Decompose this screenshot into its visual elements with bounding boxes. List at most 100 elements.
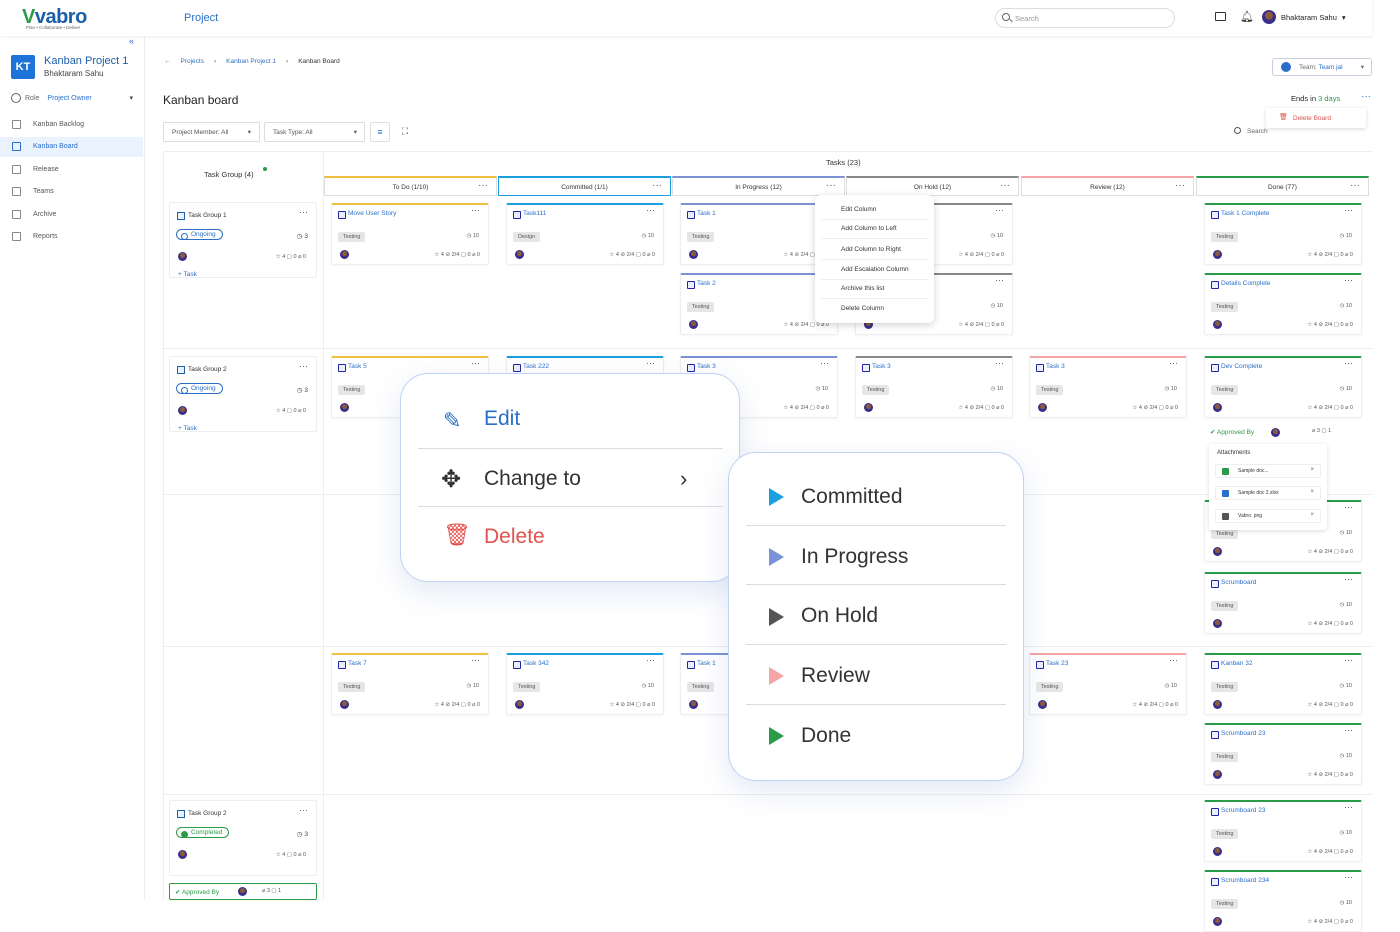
more-options-icon[interactable]: ··· <box>652 180 662 191</box>
task-title[interactable]: Scrumboard 23 <box>1210 807 1265 816</box>
task-card[interactable]: Task 342 ··· Testing ◷ 10 ☆ 4 ⊘ 2/4 ▢ 0 ⌀ 0 <box>506 653 664 715</box>
task-card[interactable]: Task 1 Complete ··· Testing ◷ 10 ☆ 4 ⊘ 2/4 ▢… <box>1204 203 1362 265</box>
section-title[interactable]: Project <box>184 12 218 24</box>
task-title[interactable]: Task 2 <box>687 280 716 289</box>
task-title[interactable]: Move User Story <box>337 210 396 219</box>
change-to-review[interactable]: Review <box>801 664 870 688</box>
change-to-in-progress[interactable]: In Progress <box>801 545 908 569</box>
task-group-card[interactable]: Task Group 1 ··· Ongoing ◷ 3 ☆ 4 ▢ 0 ⌀ 0 +… <box>169 202 317 278</box>
more-options-icon[interactable]: ··· <box>995 358 1004 368</box>
task-card[interactable]: Task 3 ··· Testing ◷ 10 ☆ 4 ⊘ 2/4 ▢ 0 ⌀ 0 <box>855 356 1013 418</box>
task-card[interactable]: Kanban 32 ··· Testing ◷ 10 ☆ 4 ⊘ 2/4 ▢ 0 ⌀ 0 <box>1204 653 1362 715</box>
more-options-icon[interactable]: ··· <box>1344 802 1353 812</box>
attachment-item[interactable]: Sample doc 2.xlsx × <box>1215 486 1321 500</box>
change-to-on-hold[interactable]: On Hold <box>801 604 878 628</box>
fullscreen-icon[interactable]: ⛶ <box>395 122 415 142</box>
task-title[interactable]: Task111 <box>512 210 546 219</box>
more-options-icon[interactable]: ··· <box>1361 91 1371 102</box>
breadcrumb-projects[interactable]: Projects <box>181 58 204 65</box>
add-task-button[interactable]: + Task <box>178 425 197 432</box>
more-options-icon[interactable]: ··· <box>1344 205 1353 215</box>
sidebar-item-archive[interactable]: Archive <box>0 205 143 225</box>
task-title[interactable]: Task 7 <box>338 660 367 669</box>
more-options-icon[interactable]: ··· <box>1344 574 1353 584</box>
settings-sliders-icon[interactable]: ≡ <box>370 122 390 142</box>
task-card[interactable]: Scrumboard 23 ··· Testing ◷ 10 ☆ 4 ⊘ 2/4 ▢ 0… <box>1204 723 1362 785</box>
menu-item-edit-column[interactable]: Edit Column <box>841 206 876 213</box>
more-options-icon[interactable]: ··· <box>471 358 480 368</box>
edit-menu-item[interactable]: Edit <box>484 407 520 431</box>
more-options-icon[interactable]: ··· <box>1344 655 1353 665</box>
menu-item-add-escalation[interactable]: Add Escalation Column <box>841 266 909 273</box>
more-options-icon[interactable]: ··· <box>1169 655 1178 665</box>
project-name[interactable]: Kanban Project 1 <box>44 55 128 67</box>
task-card[interactable]: Move User Story ··· Testing ◷ 10 ☆ 4 ⊘ 2/4 ▢… <box>331 203 489 265</box>
task-card[interactable]: Task 23 ··· Testing ◷ 10 ☆ 4 ⊘ 2/4 ▢ 0 ⌀ 0 <box>1029 653 1187 715</box>
task-title[interactable]: Dev Complete <box>1210 363 1262 372</box>
close-icon[interactable]: × <box>1310 512 1314 518</box>
more-options-icon[interactable]: ··· <box>995 205 1004 215</box>
task-title[interactable]: Task 23 <box>1035 660 1068 669</box>
more-options-icon[interactable]: ··· <box>299 361 308 371</box>
change-to-committed[interactable]: Committed <box>801 485 903 509</box>
task-title[interactable]: Task 222 <box>512 363 549 372</box>
task-title[interactable]: Kanban 32 <box>1210 660 1252 669</box>
task-title[interactable]: Task 1 <box>687 210 716 219</box>
task-title[interactable]: Scrumboard 234 <box>1210 877 1269 886</box>
task-title[interactable]: Task 1 <box>687 660 716 669</box>
more-options-icon[interactable]: ··· <box>646 205 655 215</box>
column-header[interactable]: To Do (1/10) ··· <box>324 176 497 196</box>
task-title[interactable]: Task 3 <box>1036 363 1065 372</box>
task-card[interactable]: Task 7 ··· Testing ◷ 10 ☆ 4 ⊘ 2/4 ▢ 0 ⌀ 0 <box>331 653 489 715</box>
group-title[interactable]: Task Group 2 <box>177 810 227 818</box>
task-title[interactable]: Task 1 Complete <box>1210 210 1269 219</box>
more-options-icon[interactable]: ··· <box>1169 358 1178 368</box>
task-title[interactable]: Task 3 <box>687 363 716 372</box>
back-arrow-icon[interactable]: ← <box>164 58 171 65</box>
more-options-icon[interactable]: ··· <box>1344 502 1353 512</box>
column-header[interactable]: Done (77) ··· <box>1196 176 1369 196</box>
team-selector[interactable]: Team: Team jal ▾ <box>1272 58 1372 76</box>
role-selector[interactable]: Role Project Owner ▾ <box>11 93 133 103</box>
more-options-icon[interactable]: ··· <box>1344 358 1353 368</box>
menu-item-delete-column[interactable]: Delete Column <box>841 305 884 312</box>
more-options-icon[interactable]: ··· <box>1000 180 1010 191</box>
task-card[interactable]: Scrumboard 234 ··· Testing ◷ 10 ☆ 4 ⊘ 2/4 ▢ … <box>1204 870 1362 932</box>
vabro-logo[interactable]: Vvabro Plan • Collaborate • Deliver <box>22 6 87 30</box>
task-title[interactable]: Scrumboard 23 <box>1210 730 1265 739</box>
task-card[interactable]: Dev Complete ··· Testing ◷ 10 ☆ 4 ⊘ 2/4 ▢ 0 … <box>1204 356 1362 418</box>
board-search-input[interactable]: Search <box>1232 126 1372 140</box>
bell-icon[interactable]: 🔔︎ <box>1240 10 1254 23</box>
task-type-filter[interactable]: Task Type: All ▾ <box>264 122 365 142</box>
more-options-icon[interactable]: ··· <box>299 207 308 217</box>
delete-board-button[interactable]: 🗑︎ Delete Board <box>1266 108 1366 128</box>
more-options-icon[interactable]: ··· <box>826 180 836 191</box>
member-filter[interactable]: Project Member: All ▾ <box>163 122 260 142</box>
add-task-button[interactable]: + Task <box>178 271 197 278</box>
attachment-item[interactable]: Vabro. png × <box>1215 509 1321 523</box>
task-title[interactable]: Scrumboard <box>1210 579 1256 588</box>
column-header[interactable]: Committed (1/1) ··· <box>498 176 671 196</box>
task-card[interactable]: Scrumboard 23 ··· Testing ◷ 10 ☆ 4 ⊘ 2/4 ▢ 0… <box>1204 800 1362 862</box>
menu-item-add-left[interactable]: Add Column to Left <box>841 225 897 232</box>
attachment-item[interactable]: Sample doc... × <box>1215 464 1321 478</box>
more-options-icon[interactable]: ··· <box>478 180 488 191</box>
close-icon[interactable]: × <box>1310 467 1314 473</box>
more-options-icon[interactable]: ··· <box>1344 275 1353 285</box>
more-options-icon[interactable]: ··· <box>1175 180 1185 191</box>
more-options-icon[interactable]: ··· <box>1344 725 1353 735</box>
more-options-icon[interactable]: ··· <box>995 275 1004 285</box>
task-group-card[interactable]: Task Group 2 ··· Completed ◷ 3 ☆ 4 ▢ 0 ⌀ 0 <box>169 800 317 876</box>
more-options-icon[interactable]: ··· <box>299 805 308 815</box>
change-to-done[interactable]: Done <box>801 724 851 748</box>
task-group-card[interactable]: Task Group 2 ··· Ongoing ◷ 3 ☆ 4 ▢ 0 ⌀ 0 +… <box>169 356 317 432</box>
task-title[interactable]: Details Complete <box>1211 280 1271 289</box>
more-options-icon[interactable]: ··· <box>646 358 655 368</box>
sidebar-item-kanban-board[interactable]: Kanban Board <box>0 137 143 157</box>
menu-item-add-right[interactable]: Add Column to Right <box>841 246 901 253</box>
group-title[interactable]: Task Group 1 <box>177 212 227 220</box>
inbox-icon[interactable] <box>1215 12 1226 21</box>
column-header[interactable]: In Progress (12) ··· <box>672 176 845 196</box>
more-options-icon[interactable]: ··· <box>1344 872 1353 882</box>
sidebar-item-kanban-backlog[interactable]: Kanban Backlog <box>0 115 143 135</box>
